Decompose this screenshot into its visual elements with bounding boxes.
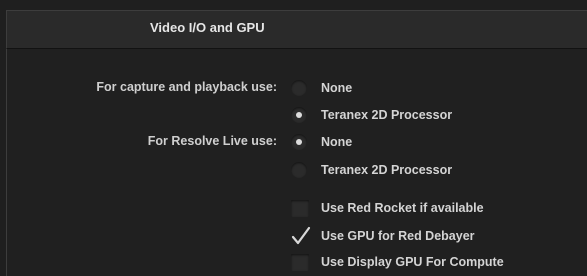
capture-playback-none-radio[interactable] [291, 80, 307, 96]
video-io-gpu-panel: For capture and playback use: None Teran… [6, 48, 587, 276]
resolve-live-teranex-label: Teranex 2D Processor [321, 163, 453, 177]
capture-playback-teranex-radio[interactable] [291, 107, 307, 123]
resolve-live-teranex-option[interactable]: Teranex 2D Processor [291, 159, 452, 181]
preferences-window: Video I/O and GPU For capture and playba… [0, 0, 587, 276]
resolve-live-none-radio[interactable] [291, 134, 307, 150]
resolve-live-none-option[interactable]: None [291, 131, 352, 153]
red-rocket-option[interactable]: Use Red Rocket if available [291, 197, 484, 219]
section-title: Video I/O and GPU [150, 20, 265, 35]
resolve-live-none-label: None [321, 135, 353, 149]
resolve-live-teranex-radio[interactable] [291, 162, 307, 178]
capture-playback-teranex-option[interactable]: Teranex 2D Processor [291, 104, 452, 126]
display-gpu-compute-label: Use Display GPU For Compute [321, 255, 504, 269]
capture-playback-teranex-label: Teranex 2D Processor [321, 108, 453, 122]
capture-playback-label: For capture and playback use: [96, 80, 277, 94]
gpu-red-debayer-checkbox[interactable] [291, 226, 311, 245]
checkmark-icon [291, 226, 311, 244]
capture-playback-none-label: None [321, 81, 353, 95]
resolve-live-label: For Resolve Live use: [147, 134, 277, 148]
red-rocket-checkbox[interactable] [291, 199, 309, 217]
display-gpu-compute-option[interactable]: Use Display GPU For Compute [291, 251, 504, 273]
gpu-red-debayer-option[interactable]: Use GPU for Red Debayer [291, 225, 475, 247]
capture-playback-none-option[interactable]: None [291, 77, 352, 99]
red-rocket-label: Use Red Rocket if available [321, 201, 484, 215]
display-gpu-compute-checkbox[interactable] [291, 253, 309, 271]
gpu-red-debayer-label: Use GPU for Red Debayer [321, 229, 475, 243]
section-header: Video I/O and GPU [6, 10, 587, 48]
